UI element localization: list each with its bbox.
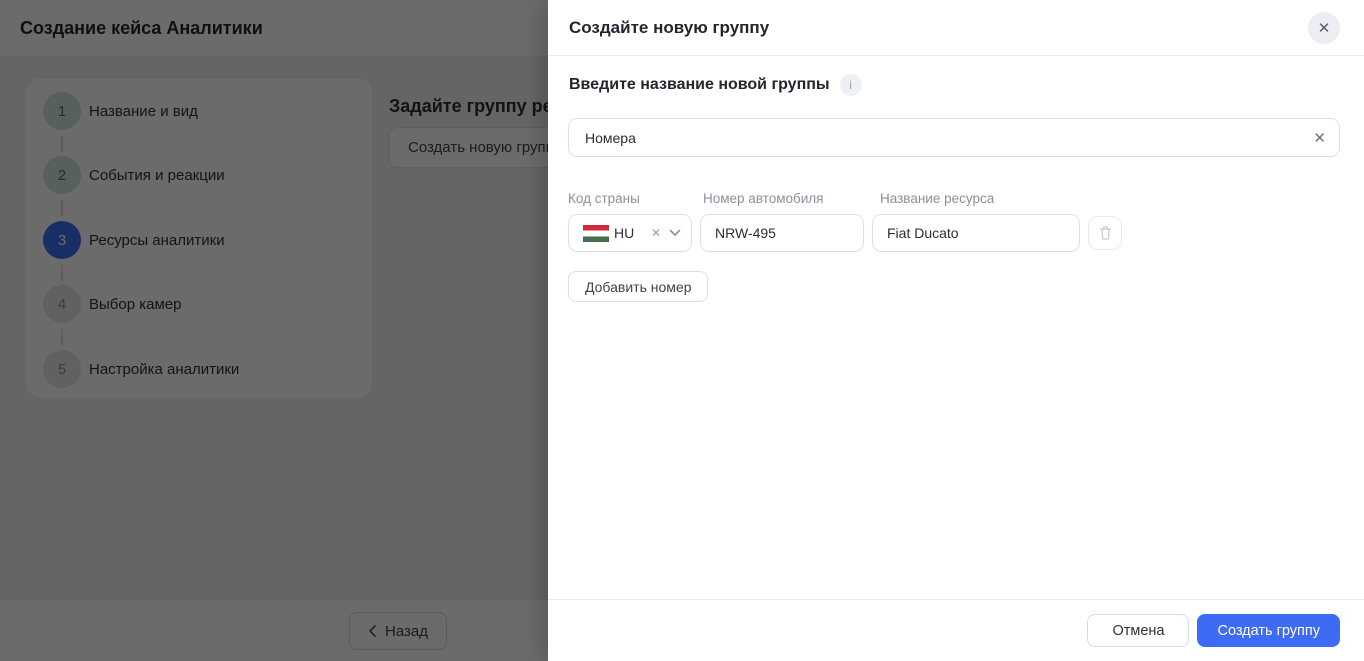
modal-footer: Отмена Создать группу [548, 599, 1364, 661]
modal-header: Создайте новую группу ✕ [548, 0, 1364, 56]
group-name-section: Введите название новой группы i [569, 74, 862, 96]
create-group-submit-button[interactable]: Создать группу [1197, 614, 1340, 647]
hungary-flag-icon [583, 225, 609, 242]
add-number-button[interactable]: Добавить номер [568, 271, 708, 302]
modal-title: Создайте новую группу [569, 0, 769, 56]
plate-number-label: Номер автомобиля [703, 191, 823, 206]
country-code-value: HU [614, 225, 634, 241]
create-group-modal: Создайте новую группу ✕ Введите название… [548, 0, 1364, 661]
cancel-button[interactable]: Отмена [1087, 614, 1189, 647]
close-icon[interactable]: ✕ [1308, 12, 1340, 44]
info-icon[interactable]: i [840, 74, 862, 96]
clear-input-icon[interactable]: ✕ [1313, 118, 1326, 157]
group-name-label: Введите название новой группы [569, 76, 830, 94]
group-name-input[interactable] [568, 118, 1340, 157]
chevron-down-icon[interactable] [669, 229, 681, 237]
group-name-input-wrap: ✕ [568, 118, 1340, 157]
resource-name-label: Название ресурса [880, 191, 994, 206]
plate-number-input[interactable] [700, 214, 864, 252]
clear-country-icon[interactable]: ✕ [649, 224, 663, 242]
resource-name-input[interactable] [872, 214, 1080, 252]
delete-row-button[interactable] [1088, 216, 1122, 250]
country-code-select[interactable]: HU ✕ [568, 214, 692, 252]
country-code-label: Код страны [568, 191, 640, 206]
trash-icon [1098, 225, 1113, 241]
